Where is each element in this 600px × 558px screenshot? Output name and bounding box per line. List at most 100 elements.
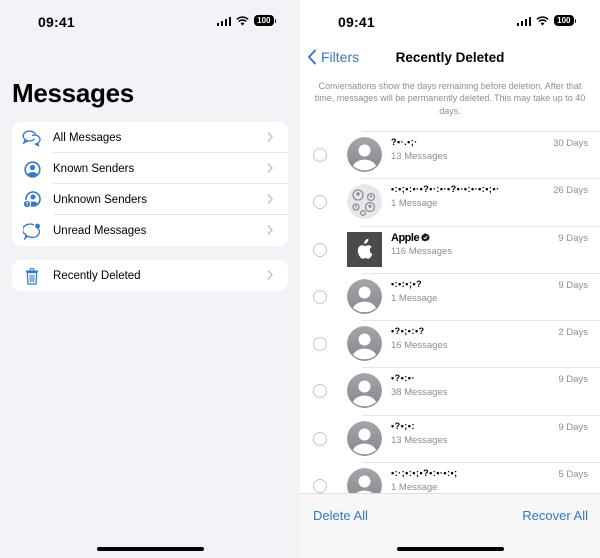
battery-icon: 100 [254, 15, 276, 26]
conversation-name-text: •:•;•:•·•?•·:•·•?•·•:•·•:•;•· [391, 184, 500, 195]
deletion-info-text: Conversations show the days remaining be… [314, 81, 586, 116]
chevron-right-icon [267, 194, 274, 204]
conversation-name-text: •:·;•:•;•?•:•·•:•; [391, 468, 458, 479]
conversation-row[interactable]: •?•:•· 38 Messages 9 Days [300, 367, 600, 414]
conversation-row[interactable]: •:·;•:•;•?•:•·•:•; 1 Message 5 Days [300, 462, 600, 493]
days-remaining: 9 Days [558, 374, 588, 386]
select-radio[interactable] [313, 479, 327, 493]
conversation-name-text: •?•:•· [391, 373, 415, 384]
conversation-name: •?•;•: [391, 421, 415, 431]
conversation-name: •:•:•;•? [391, 279, 422, 289]
filter-all-messages[interactable]: All Messages [12, 122, 288, 153]
filter-unread-messages[interactable]: Unread Messages [12, 215, 288, 246]
conversation-name-text: Apple [391, 231, 420, 244]
status-bar: 09:41 100 [300, 0, 600, 44]
contact-avatar [347, 468, 382, 493]
delete-all-button[interactable]: Delete All [313, 508, 368, 523]
conversation-name-text: •?•;•:•? [391, 326, 425, 337]
filter-unknown-senders[interactable]: ? Unknown Senders [12, 184, 288, 215]
chevron-right-icon [267, 163, 274, 173]
filter-known-senders[interactable]: Known Senders [12, 153, 288, 184]
conversation-row[interactable]: ?•·.•;· 13 Messages 30 Days [300, 131, 600, 178]
conversation-name: •:•;•:•·•?•·:•·•?•·•:•·•:•;•· [391, 184, 500, 194]
message-count: 1 Message [391, 292, 438, 304]
conversation-row[interactable]: •?•;•:•? 16 Messages 2 Days [300, 320, 600, 367]
conversation-row[interactable]: •:•:•;•? 1 Message 9 Days [300, 272, 600, 320]
days-remaining: 9 Days [558, 421, 588, 433]
select-radio[interactable] [313, 384, 327, 399]
recently-deleted-item[interactable]: Recently Deleted [12, 260, 288, 291]
select-radio[interactable] [313, 337, 327, 352]
chat-bubbles-icon [22, 128, 42, 148]
battery-level: 100 [554, 15, 574, 26]
conversation-row[interactable]: •?•;•: 13 Messages 9 Days [300, 414, 600, 462]
conversation-name: •:·;•:•;•?•:•·•:•; [391, 468, 458, 478]
contact-avatar [347, 137, 382, 172]
home-indicator[interactable] [97, 547, 204, 551]
svg-text:?: ? [25, 202, 28, 208]
bottom-toolbar: Delete All Recover All [300, 493, 600, 558]
select-radio[interactable] [313, 195, 327, 210]
conversation-name-text: •?•;•: [391, 420, 415, 431]
contact-avatar [347, 278, 382, 314]
home-indicator[interactable] [397, 547, 504, 551]
row-separator [362, 272, 600, 274]
filter-label: Unknown Senders [53, 193, 147, 206]
deleted-conversations-list[interactable]: ?•·.•;· 13 Messages 30 Days •:•;•:•·•?•·:•·… [300, 131, 600, 493]
select-radio[interactable] [313, 148, 327, 162]
days-remaining: 30 Days [553, 138, 588, 149]
days-remaining: 2 Days [558, 327, 588, 339]
filter-label: All Messages [53, 131, 122, 144]
page-title: Messages [12, 78, 134, 108]
conversation-name: •?•:•· [391, 373, 415, 383]
cellular-signal-icon [516, 16, 532, 26]
row-separator [362, 320, 600, 322]
row-separator [362, 225, 600, 227]
chevron-right-icon [267, 270, 274, 280]
days-remaining: 26 Days [553, 185, 588, 197]
conversation-name-text: ?•·.•;· [391, 137, 418, 147]
recently-deleted-label: Recently Deleted [53, 269, 141, 282]
select-radio[interactable] [313, 289, 327, 304]
chevron-right-icon [267, 225, 274, 235]
days-remaining: 9 Days [558, 279, 588, 291]
wifi-icon [236, 15, 249, 25]
recover-all-button[interactable]: Recover All [522, 508, 588, 523]
trash-icon [22, 266, 42, 286]
select-radio[interactable] [313, 431, 327, 446]
conversation-name-text: •:•:•;•? [391, 278, 423, 289]
recently-deleted-screen: 09:41 100 Recently Deleted Filters Conve… [300, 0, 600, 558]
status-time: 09:41 [38, 14, 75, 30]
back-button[interactable]: Filters [307, 49, 359, 65]
row-separator [362, 414, 600, 416]
conversation-row[interactable]: Apple 116 Messages 9 Days [300, 225, 600, 273]
battery-level: 100 [254, 15, 274, 26]
contact-avatar [347, 373, 382, 409]
filters-list: All Messages Known Senders ? Unknown Sen… [12, 122, 288, 246]
status-time: 09:41 [338, 14, 375, 30]
recently-deleted-group: Recently Deleted [12, 260, 288, 291]
filter-label: Unread Messages [53, 224, 147, 237]
conversation-name: •?•;•:•? [391, 326, 425, 336]
contact-avatar [347, 326, 382, 362]
conversation-name: ?•·.•;· [391, 137, 418, 147]
person-question-icon: ? [22, 190, 42, 210]
filter-label: Known Senders [53, 162, 135, 175]
message-count: 13 Messages [391, 434, 448, 446]
conversation-row[interactable]: •:•;•:•·•?•·:•·•?•·•:•·•:•;•· 1 Message 26… [300, 178, 600, 225]
select-radio[interactable] [313, 242, 327, 257]
days-remaining: 5 Days [558, 469, 588, 481]
row-separator [362, 462, 600, 464]
message-count: 1 Message [391, 482, 438, 493]
row-separator [362, 367, 600, 369]
group-avatar [347, 184, 382, 220]
apple-logo-avatar [347, 231, 382, 267]
conversation-name: Apple [391, 232, 430, 244]
message-count: 13 Messages [391, 151, 448, 162]
days-remaining: 9 Days [558, 232, 588, 244]
person-circle-icon [22, 159, 42, 179]
unread-bubble-icon [22, 221, 42, 241]
verified-badge-icon [421, 232, 430, 242]
chevron-right-icon [267, 132, 274, 142]
message-count: 16 Messages [391, 340, 448, 352]
